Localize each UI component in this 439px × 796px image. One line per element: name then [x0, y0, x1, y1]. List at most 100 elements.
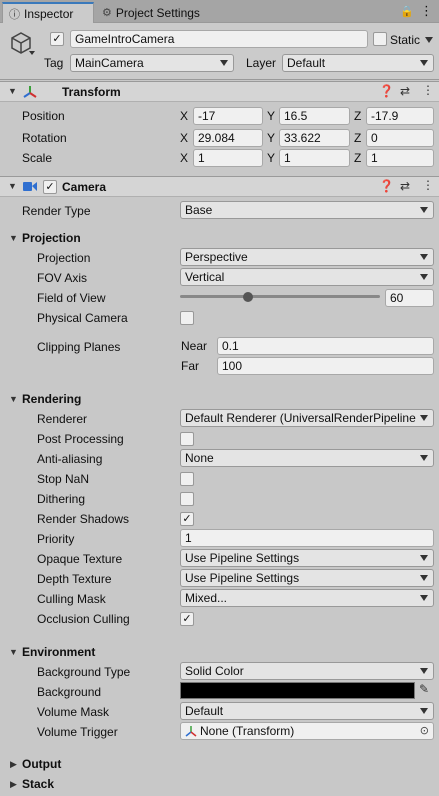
axis-x-label: X	[180, 109, 189, 123]
scale-y-field[interactable]: 1	[279, 149, 350, 167]
scale-z-field[interactable]: 1	[366, 149, 434, 167]
fov-value-field[interactable]: 60	[385, 289, 434, 307]
post-processing-label: Post Processing	[37, 432, 124, 446]
axis-z-label: Z	[354, 109, 362, 123]
clipping-planes-label: Clipping Planes	[37, 340, 121, 354]
opaque-texture-label: Opaque Texture	[37, 552, 123, 566]
chevron-down-icon	[420, 60, 428, 66]
stack-section-title[interactable]: Stack	[22, 777, 54, 791]
rotation-label: Rotation	[22, 131, 67, 145]
rotation-y-field[interactable]: 33.622	[279, 129, 350, 147]
foldout-open-icon[interactable]: ▼	[8, 86, 17, 96]
more-menu-icon[interactable]: ⋮	[422, 83, 434, 97]
static-toggle[interactable]	[373, 32, 387, 46]
rendering-section-title[interactable]: Rendering	[22, 392, 81, 406]
background-label: Background	[37, 685, 102, 699]
tab-inspector[interactable]: ⓘ Inspector	[2, 2, 94, 23]
axis-y-label: Y	[267, 109, 276, 123]
object-picker-icon[interactable]: ⊙	[420, 724, 429, 737]
projection-foldout-icon[interactable]: ▼	[9, 233, 18, 243]
icon-dropdown-arrow[interactable]	[29, 51, 35, 55]
priority-field[interactable]: 1	[180, 529, 434, 547]
fov-axis-label: FOV Axis	[37, 271, 88, 285]
background-color-swatch[interactable]	[180, 682, 415, 699]
anti-aliasing-dropdown[interactable]: None	[180, 449, 434, 467]
background-type-label: Background Type	[37, 665, 131, 679]
scale-x-field[interactable]: 1	[193, 149, 263, 167]
lock-icon[interactable]: 🔒	[400, 5, 414, 18]
opaque-texture-dropdown[interactable]: Use Pipeline Settings	[180, 549, 434, 567]
chevron-down-icon	[420, 575, 428, 581]
tab-project-settings[interactable]: ⚙ Project Settings	[96, 2, 236, 23]
fov-slider-track	[180, 295, 380, 298]
more-menu-icon[interactable]: ⋮	[422, 178, 434, 192]
depth-texture-dropdown[interactable]: Use Pipeline Settings	[180, 569, 434, 587]
projection-section-title[interactable]: Projection	[22, 231, 81, 245]
fov-label: Field of View	[37, 291, 106, 305]
more-menu-icon[interactable]: ⋮	[420, 3, 433, 19]
help-icon[interactable]: ❓	[379, 179, 394, 193]
rendering-foldout-icon[interactable]: ▼	[9, 394, 18, 404]
preset-icon[interactable]: ⇄	[400, 84, 410, 98]
static-label: Static	[390, 33, 421, 47]
volume-mask-dropdown[interactable]: Default	[180, 702, 434, 720]
environment-section-title[interactable]: Environment	[22, 645, 95, 659]
camera-component-header[interactable]: ▼ ✓ Camera ❓ ⇄ ⋮	[0, 176, 439, 197]
tag-dropdown[interactable]: MainCamera	[70, 54, 234, 72]
background-type-dropdown[interactable]: Solid Color	[180, 662, 434, 680]
fov-slider[interactable]	[180, 290, 380, 304]
render-type-dropdown[interactable]: Base	[180, 201, 434, 219]
object-name-field[interactable]: GameIntroCamera	[70, 30, 368, 48]
foldout-open-icon[interactable]: ▼	[8, 181, 17, 191]
help-icon[interactable]: ❓	[379, 84, 394, 98]
renderer-dropdown[interactable]: Default Renderer (UniversalRenderPipelin…	[180, 409, 434, 427]
camera-enabled-toggle[interactable]: ✓	[43, 180, 57, 194]
axis-x-label: X	[180, 131, 189, 145]
near-field[interactable]: 0.1	[217, 337, 434, 355]
far-field[interactable]: 100	[217, 357, 434, 375]
layer-dropdown[interactable]: Default	[282, 54, 434, 72]
volume-trigger-field[interactable]: None (Transform) ⊙	[180, 722, 434, 740]
occlusion-culling-label: Occlusion Culling	[37, 612, 130, 626]
chevron-down-icon	[220, 60, 228, 66]
stop-nan-label: Stop NaN	[37, 472, 90, 486]
transform-title: Transform	[62, 85, 121, 99]
physical-camera-toggle[interactable]	[180, 311, 194, 325]
transform-axes-icon	[23, 86, 37, 98]
position-z-field[interactable]: -17.9	[366, 107, 434, 125]
rotation-z-field[interactable]: 0	[366, 129, 434, 147]
chevron-down-icon	[420, 254, 428, 260]
render-shadows-toggle[interactable]: ✓	[180, 512, 194, 526]
stop-nan-toggle[interactable]	[180, 472, 194, 486]
active-toggle[interactable]: ✓	[50, 32, 64, 46]
occlusion-culling-toggle[interactable]: ✓	[180, 612, 194, 626]
projection-label: Projection	[37, 251, 91, 265]
output-foldout-icon[interactable]: ▶	[10, 759, 17, 770]
axis-y-label: Y	[267, 151, 276, 165]
dithering-toggle[interactable]	[180, 492, 194, 506]
object-header: ✓ GameIntroCamera Static Tag MainCamera …	[0, 23, 439, 80]
projection-dropdown[interactable]: Perspective	[180, 248, 434, 266]
chevron-down-icon	[420, 595, 428, 601]
far-label: Far	[181, 359, 199, 373]
preset-icon[interactable]: ⇄	[400, 179, 410, 193]
output-section-title[interactable]: Output	[22, 757, 61, 771]
fov-slider-thumb[interactable]	[242, 292, 253, 302]
post-processing-toggle[interactable]	[180, 432, 194, 446]
eyedropper-icon[interactable]: ✎	[419, 682, 429, 696]
chevron-down-icon	[420, 708, 428, 714]
chevron-down-icon	[420, 415, 428, 421]
axis-z-label: Z	[354, 151, 362, 165]
transform-component-header[interactable]: ▼ Transform ❓ ⇄ ⋮	[0, 81, 439, 102]
chevron-down-icon	[420, 555, 428, 561]
axis-x-label: X	[180, 151, 189, 165]
static-dropdown-arrow[interactable]	[425, 37, 433, 43]
stack-foldout-icon[interactable]: ▶	[10, 779, 17, 790]
culling-mask-dropdown[interactable]: Mixed...	[180, 589, 434, 607]
rotation-x-field[interactable]: 29.084	[193, 129, 263, 147]
fov-axis-dropdown[interactable]: Vertical	[180, 268, 434, 286]
position-x-field[interactable]: -17	[193, 107, 263, 125]
volume-trigger-label: Volume Trigger	[37, 725, 118, 739]
position-y-field[interactable]: 16.5	[279, 107, 350, 125]
environment-foldout-icon[interactable]: ▼	[9, 647, 18, 657]
